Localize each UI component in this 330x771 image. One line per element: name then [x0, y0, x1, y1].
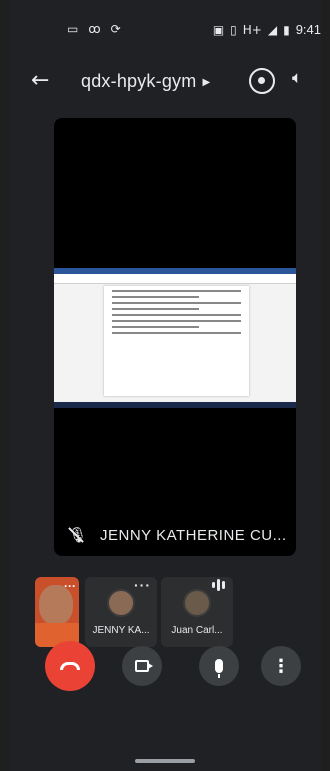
switch-camera-icon[interactable]: [249, 68, 275, 94]
more-horiz-icon[interactable]: ···: [64, 579, 76, 593]
call-end-icon: [60, 662, 80, 670]
volume-icon[interactable]: 🔈︎: [292, 68, 302, 88]
mic-icon: [215, 659, 223, 678]
doc-line: [112, 308, 199, 310]
camera-toggle-button[interactable]: [122, 646, 162, 686]
more-vert-icon: ⋮: [272, 655, 290, 676]
shared-document-page: [104, 286, 249, 396]
participant-name: Juan Carl...: [171, 625, 223, 636]
doc-line: [112, 332, 241, 334]
self-view-tile[interactable]: ···: [35, 577, 79, 647]
participant-strip: ··· ··· JENNY KA... Juan Carl...: [35, 577, 315, 647]
mic-off-icon: 🎙︎: [68, 526, 88, 544]
arrow-back-icon[interactable]: ←: [31, 68, 49, 93]
voicemail-icon: ꝏ: [88, 22, 101, 36]
video-icon: ▭: [67, 22, 79, 36]
meeting-code: qdx-hpyk-gym: [81, 71, 197, 91]
signal-icon: ◢: [267, 22, 278, 37]
clock: 9:41: [295, 22, 321, 37]
main-tile-caption: 🎙︎ JENNY KATHERINE CU...: [54, 516, 296, 556]
status-bar: ▭ ꝏ ⟳ ▣ ▯ H+ ◢ ▮ 9:41: [9, 18, 321, 46]
shared-taskbar: [54, 402, 296, 408]
doc-line: [112, 296, 199, 298]
doc-line: [112, 290, 241, 292]
screen-share-content: [54, 268, 296, 408]
doc-line: [112, 302, 241, 304]
status-left-icons: ▭ ꝏ ⟳: [67, 22, 121, 36]
battery-icon: ▮: [283, 22, 290, 37]
meeting-title[interactable]: qdx-hpyk-gym ▶: [81, 71, 210, 92]
network-type: H+: [242, 22, 262, 37]
doc-line: [112, 326, 199, 328]
videocam-icon: [135, 660, 153, 672]
doc-line: [112, 314, 241, 316]
more-horiz-icon[interactable]: ···: [134, 577, 151, 593]
avatar: [183, 589, 211, 617]
sync-icon: ⟳: [110, 22, 121, 36]
participant-name: JENNY KA...: [92, 625, 150, 636]
more-options-button[interactable]: ⋮: [261, 646, 301, 686]
avatar: [107, 589, 135, 617]
participant-tile[interactable]: Juan Carl...: [161, 577, 233, 647]
gesture-nav-handle[interactable]: [135, 759, 195, 763]
meet-screen: ▭ ꝏ ⟳ ▣ ▯ H+ ◢ ▮ 9:41 ← qdx-hpyk-gym ▶ 🔈︎: [9, 0, 321, 771]
app-bar: ← qdx-hpyk-gym ▶ 🔈︎: [9, 62, 321, 102]
mic-toggle-button[interactable]: [199, 646, 239, 686]
audio-level-icon: [212, 579, 225, 591]
main-video-tile[interactable]: 🎙︎ JENNY KATHERINE CU...: [54, 118, 296, 556]
call-controls: ⋮: [9, 641, 321, 691]
doc-line: [112, 320, 241, 322]
caret-right-icon: ▶: [202, 76, 211, 88]
hang-up-button[interactable]: [45, 641, 95, 691]
nfc-icon: ▣: [212, 22, 225, 37]
participant-tile[interactable]: ··· JENNY KA...: [85, 577, 157, 647]
presenter-name: JENNY KATHERINE CU...: [100, 527, 287, 544]
status-right-icons: ▣ ▯ H+ ◢ ▮ 9:41: [213, 22, 321, 37]
vibrate-icon: ▯: [230, 22, 237, 37]
shared-window-ribbon: [54, 274, 296, 284]
